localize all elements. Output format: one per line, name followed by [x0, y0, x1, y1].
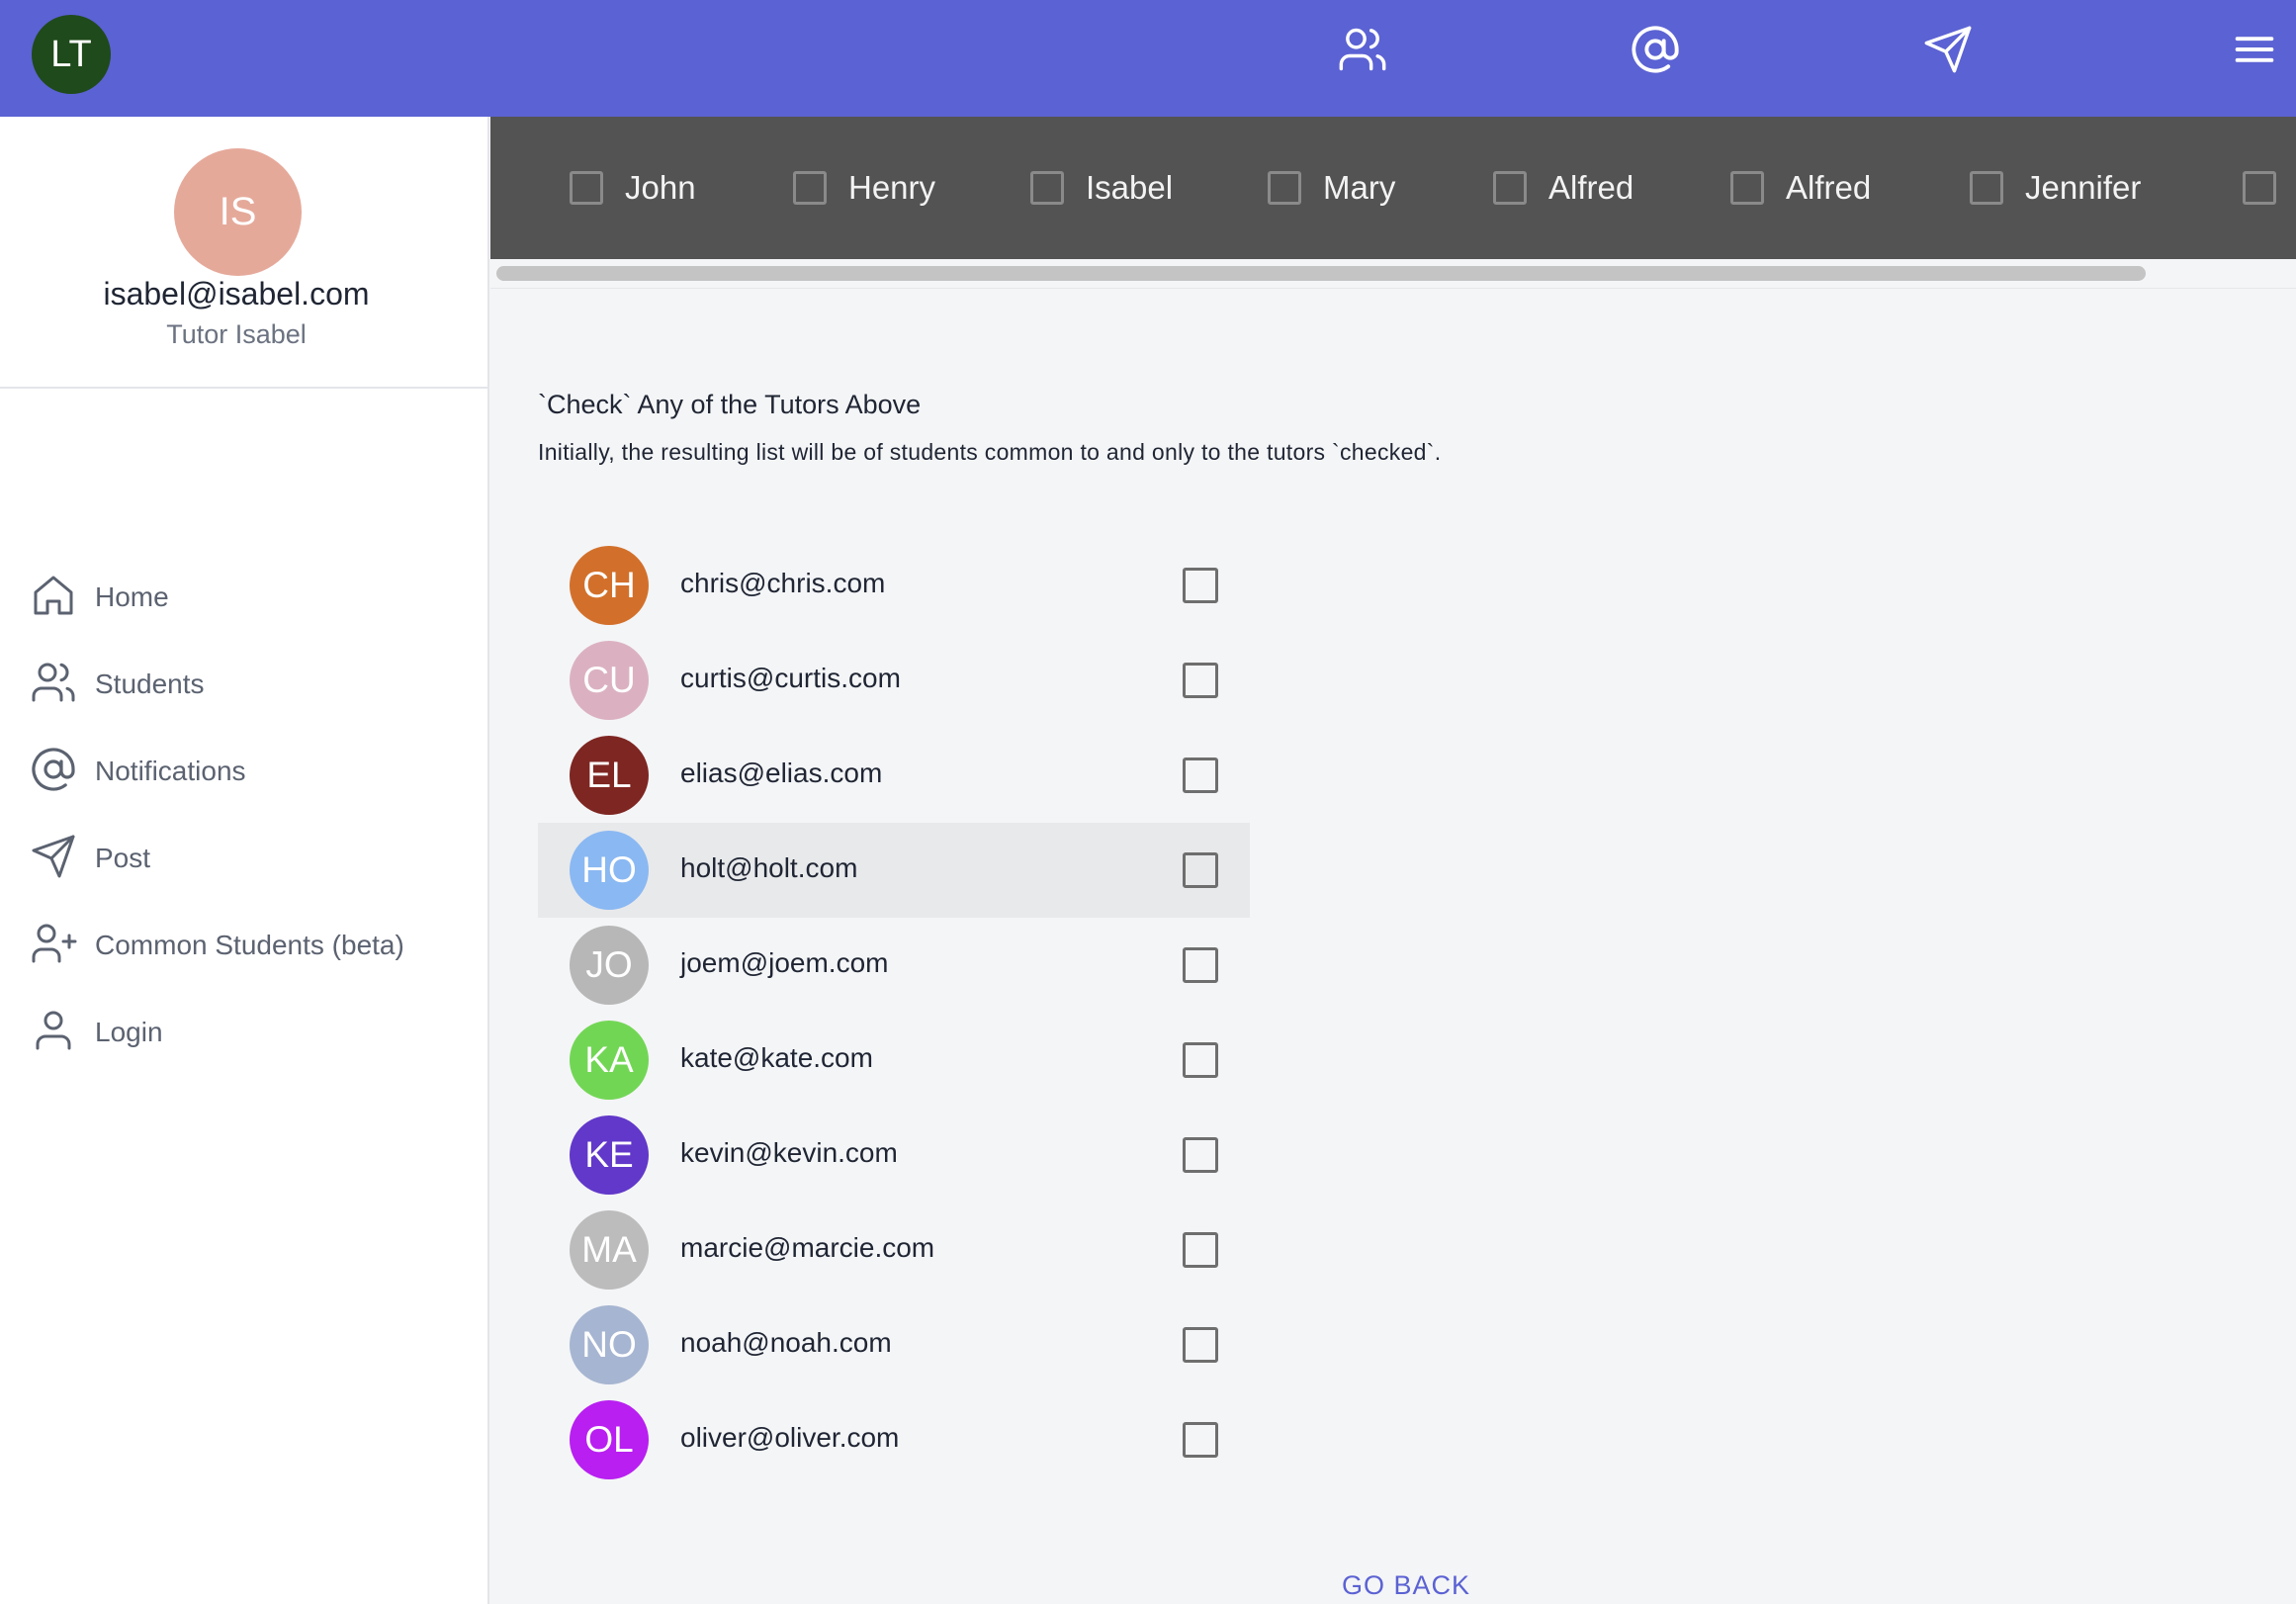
checkbox[interactable]: [1030, 171, 1064, 205]
sidebar-item-post[interactable]: Post: [30, 829, 150, 888]
horizontal-scrollbar[interactable]: [490, 259, 2296, 289]
sidebar-item-label: Students: [95, 668, 205, 699]
sidebar-item-login[interactable]: Login: [30, 1003, 163, 1062]
list-item[interactable]: EL elias@elias.com: [538, 728, 1250, 823]
list-item[interactable]: NO noah@noah.com: [538, 1297, 1250, 1392]
app-avatar[interactable]: LT: [32, 15, 111, 94]
checkbox[interactable]: [1970, 171, 2003, 205]
tutor-checkbox-isabel[interactable]: Isabel: [1030, 168, 1173, 208]
student-list: CH chris@chris.com CU curtis@curtis.com …: [538, 538, 1250, 1487]
tutor-checkbox-strip: John Henry Isabel Mary Alfred Alfred Jen…: [490, 117, 2296, 259]
avatar: KA: [570, 1021, 649, 1100]
tutor-checkbox-alfred[interactable]: Alfred: [1493, 168, 1634, 208]
instruction-title: `Check` Any of the Tutors Above: [538, 390, 922, 419]
student-email: chris@chris.com: [680, 568, 886, 598]
profile-avatar: IS: [174, 148, 302, 276]
checkbox[interactable]: [1730, 171, 1764, 205]
users-icon: [30, 659, 77, 711]
scrollbar-thumb[interactable]: [496, 266, 2146, 281]
student-email: kevin@kevin.com: [680, 1137, 898, 1168]
student-checkbox[interactable]: [1183, 663, 1218, 698]
student-email: curtis@curtis.com: [680, 663, 901, 693]
tutor-name: John: [625, 169, 696, 206]
student-checkbox[interactable]: [1183, 1232, 1218, 1268]
student-checkbox[interactable]: [1183, 1327, 1218, 1363]
top-app-bar: LT: [0, 0, 2296, 117]
student-email: holt@holt.com: [680, 852, 858, 883]
avatar: JO: [570, 926, 649, 1005]
avatar: EL: [570, 736, 649, 815]
avatar: CU: [570, 641, 649, 720]
sidebar-item-notifications[interactable]: Notifications: [30, 742, 246, 801]
checkbox[interactable]: [1268, 171, 1301, 205]
student-checkbox[interactable]: [1183, 852, 1218, 888]
avatar: OL: [570, 1400, 649, 1479]
student-checkbox[interactable]: [1183, 1137, 1218, 1173]
sidebar-item-students[interactable]: Students: [30, 655, 205, 714]
tutor-checkbox-henry[interactable]: Henry: [793, 168, 935, 208]
tutor-name: Jennifer: [2025, 169, 2142, 206]
user-icon: [30, 1007, 77, 1059]
avatar: NO: [570, 1305, 649, 1384]
sidebar-item-label: Login: [95, 1017, 163, 1047]
sidebar-item-label: Home: [95, 581, 169, 612]
list-item[interactable]: CH chris@chris.com: [538, 538, 1250, 633]
tutor-name: Alfred: [1548, 169, 1634, 206]
avatar: MA: [570, 1210, 649, 1290]
go-back-button[interactable]: GO BACK: [1342, 1570, 1470, 1601]
tutor-name: Isabel: [1086, 169, 1174, 206]
instruction-description: Initially, the resulting list will be of…: [538, 439, 1442, 465]
avatar: CH: [570, 546, 649, 625]
at-sign-icon[interactable]: [1630, 24, 1681, 75]
profile-email: isabel@isabel.com: [103, 276, 370, 312]
list-item[interactable]: CU curtis@curtis.com: [538, 633, 1250, 728]
avatar: KE: [570, 1115, 649, 1195]
sidebar: IS isabel@isabel.com Tutor Isabel Home S…: [0, 117, 489, 1604]
sidebar-item-label: Notifications: [95, 756, 246, 786]
student-email: noah@noah.com: [680, 1327, 892, 1358]
student-checkbox[interactable]: [1183, 1422, 1218, 1458]
profile-card: IS isabel@isabel.com Tutor Isabel: [0, 117, 487, 389]
tutor-checkbox-partial[interactable]: [2243, 168, 2276, 208]
at-sign-icon: [30, 746, 77, 798]
users-icon[interactable]: [1337, 24, 1388, 75]
list-item[interactable]: MA marcie@marcie.com: [538, 1203, 1250, 1297]
tutor-checkbox-john[interactable]: John: [570, 168, 696, 208]
tutor-checkbox-alfred-2[interactable]: Alfred: [1730, 168, 1871, 208]
student-checkbox[interactable]: [1183, 757, 1218, 793]
tutor-name: Alfred: [1786, 169, 1872, 206]
avatar: HO: [570, 831, 649, 910]
profile-role: Tutor Isabel: [166, 319, 307, 349]
list-item[interactable]: KA kate@kate.com: [538, 1013, 1250, 1108]
student-email: joem@joem.com: [680, 947, 889, 978]
home-icon: [30, 572, 77, 624]
student-email: kate@kate.com: [680, 1042, 873, 1073]
user-plus-icon: [30, 920, 77, 972]
tutor-checkbox-mary[interactable]: Mary: [1268, 168, 1395, 208]
send-icon: [30, 833, 77, 885]
tutor-name: Henry: [848, 169, 936, 206]
checkbox[interactable]: [2243, 171, 2276, 205]
menu-icon[interactable]: [2229, 24, 2280, 75]
list-item[interactable]: HO holt@holt.com: [538, 823, 1250, 918]
sidebar-item-label: Common Students (beta): [95, 930, 404, 960]
sidebar-item-home[interactable]: Home: [30, 568, 169, 627]
student-checkbox[interactable]: [1183, 568, 1218, 603]
checkbox[interactable]: [570, 171, 603, 205]
list-item[interactable]: OL oliver@oliver.com: [538, 1392, 1250, 1487]
send-icon[interactable]: [1922, 24, 1974, 75]
checkbox[interactable]: [1493, 171, 1527, 205]
student-checkbox[interactable]: [1183, 947, 1218, 983]
student-checkbox[interactable]: [1183, 1042, 1218, 1078]
tutor-checkbox-jennifer[interactable]: Jennifer: [1970, 168, 2141, 208]
tutor-name: Mary: [1323, 169, 1396, 206]
student-email: elias@elias.com: [680, 757, 883, 788]
list-item[interactable]: KE kevin@kevin.com: [538, 1108, 1250, 1203]
sidebar-item-label: Post: [95, 843, 151, 873]
sidebar-item-common-students[interactable]: Common Students (beta): [30, 916, 404, 975]
student-email: marcie@marcie.com: [680, 1232, 935, 1263]
checkbox[interactable]: [793, 171, 827, 205]
student-email: oliver@oliver.com: [680, 1422, 900, 1453]
list-item[interactable]: JO joem@joem.com: [538, 918, 1250, 1013]
